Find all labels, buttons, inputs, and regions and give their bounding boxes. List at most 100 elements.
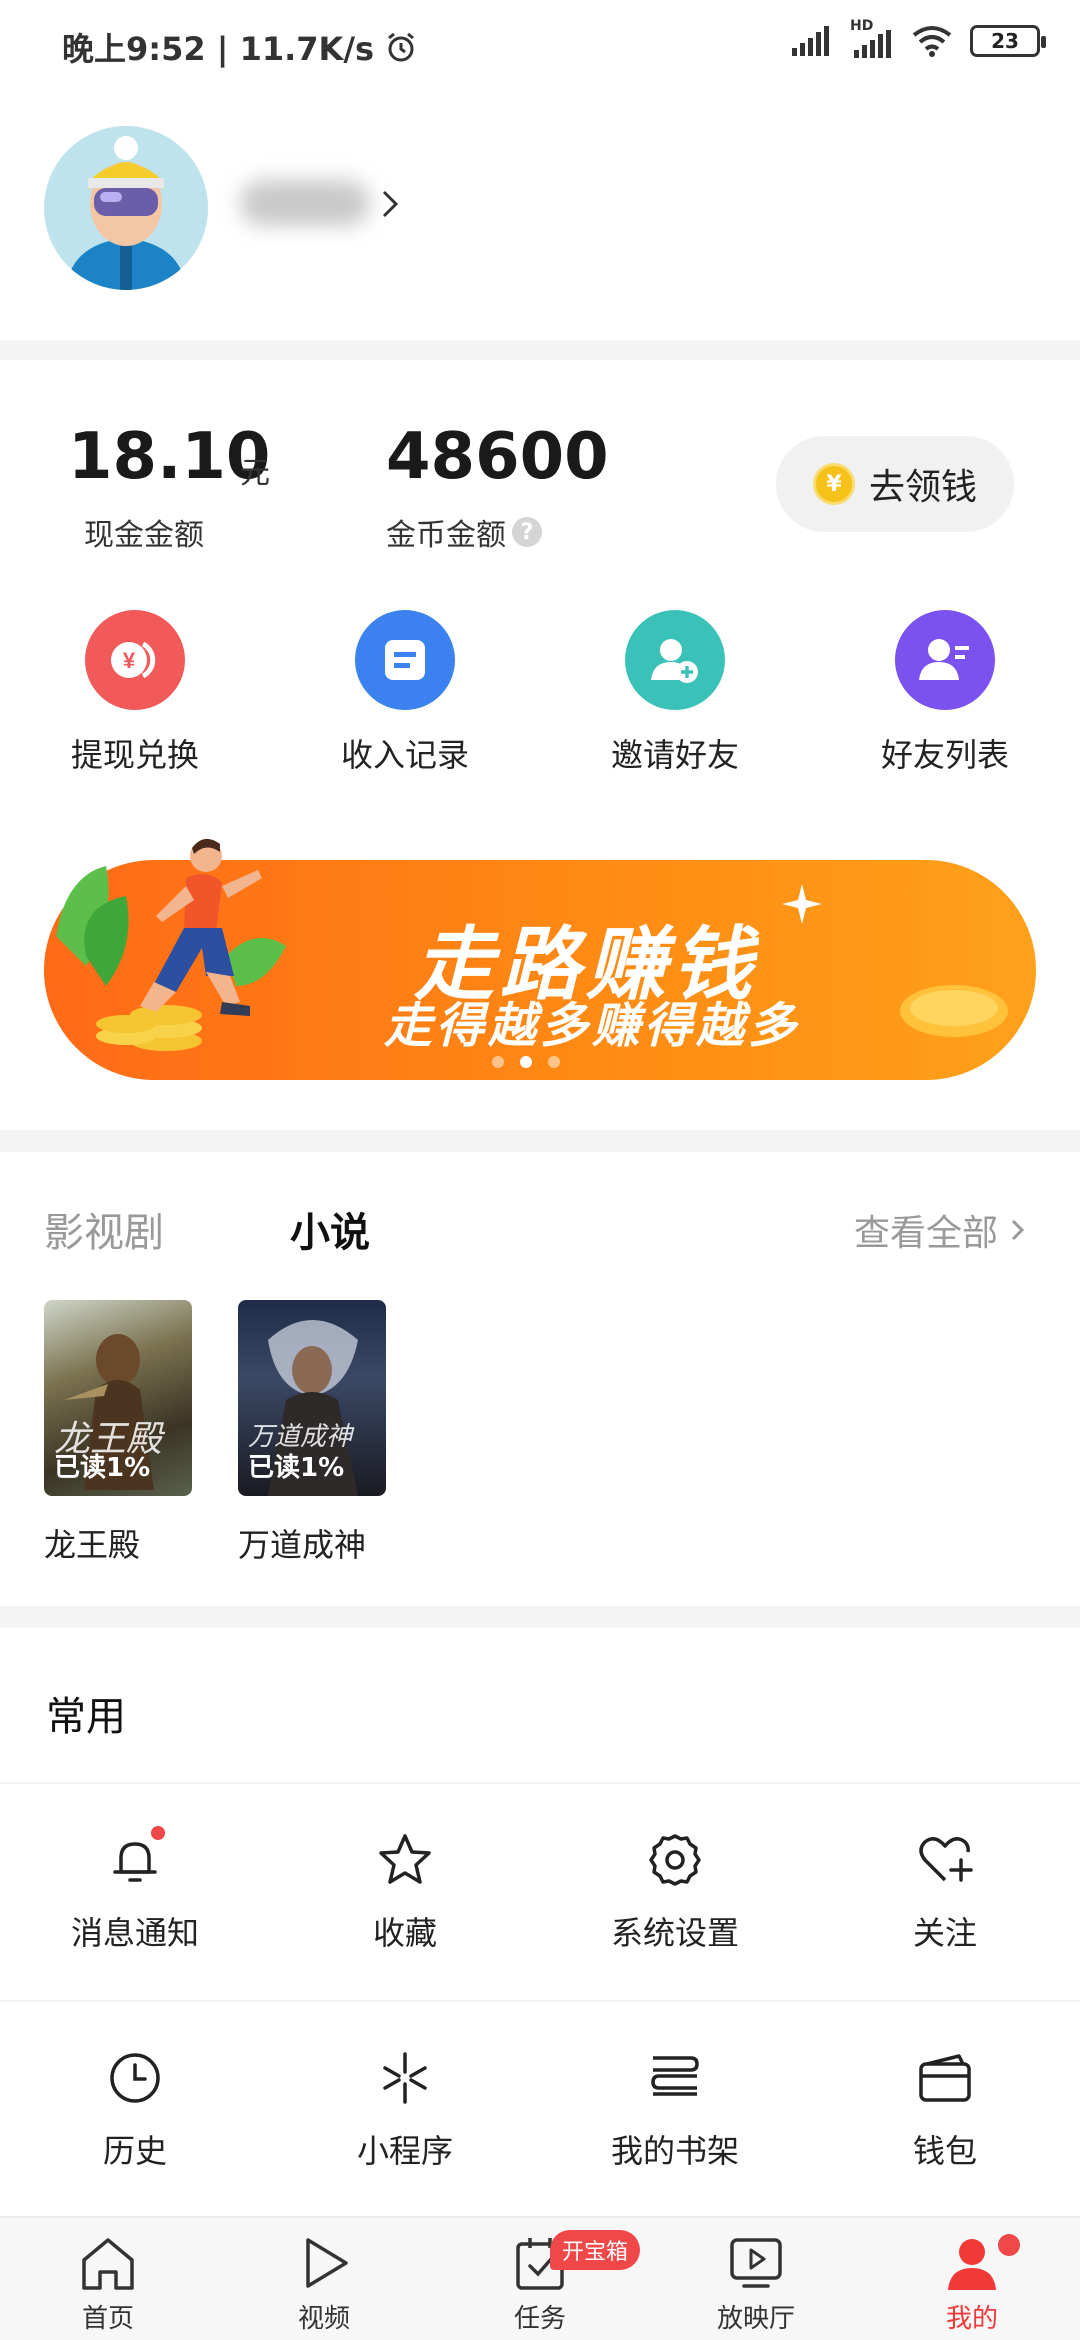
quick-actions: ¥ 提现兑换 收入记录 邀请好友 好友列表 [0, 610, 1080, 780]
grid-item-bookshelf[interactable]: 我的书架 [540, 2002, 810, 2218]
quick-action-label: 提现兑换 [70, 736, 199, 774]
reading-section: 影视剧 小说 查看全部 龙王殿 已读1% 龙王殿 万道成神 已读1% 万道成神 [0, 1170, 1080, 1600]
coin-exchange-icon: ¥ [85, 610, 185, 710]
nav-tasks[interactable]: 任务 开宝箱 [432, 2218, 648, 2340]
quick-action-withdraw[interactable]: ¥ 提现兑换 [0, 610, 270, 780]
wallet-section: 18.10 元 现金金额 48600 金币金额 ? ¥ 去领钱 ¥ 提现兑换 收… [0, 360, 1080, 1150]
grid-item-settings[interactable]: 系统设置 [540, 1784, 810, 2000]
coin-icon: ¥ [812, 463, 855, 505]
nav-label-active: 我的 [945, 2304, 998, 2334]
nav-home[interactable]: 首页 [0, 2218, 216, 2340]
view-all-label: 查看全部 [853, 1213, 998, 1254]
nav-label: 任务 [513, 2304, 566, 2334]
grid-label: 小程序 [356, 2132, 453, 2170]
banner-pagination [492, 1056, 560, 1068]
banner-dot[interactable] [492, 1056, 504, 1068]
grid-item-follow[interactable]: 关注 [810, 1784, 1080, 2000]
nav-label: 放映厅 [716, 2304, 795, 2334]
help-icon[interactable]: ? [512, 517, 542, 547]
friend-list-icon [895, 610, 995, 710]
book-card[interactable]: 万道成神 已读1% 万道成神 [238, 1300, 386, 1566]
nav-mine[interactable]: 我的 [864, 2218, 1080, 2340]
grid-label: 消息通知 [70, 1914, 199, 1952]
nav-label: 首页 [81, 2304, 134, 2334]
treasure-box-badge[interactable]: 开宝箱 [550, 2230, 641, 2270]
home-icon [82, 2238, 134, 2290]
coin-label: 金币金额 [386, 518, 506, 553]
walk-earn-banner[interactable]: 走路赚钱 走得越多赚得越多 [44, 838, 1036, 1080]
clock-icon [105, 2048, 165, 2108]
banner-dot[interactable] [548, 1056, 560, 1068]
banner-dot-active[interactable] [520, 1056, 532, 1068]
bookshelf-icon [645, 2048, 705, 2108]
grid-label: 关注 [912, 1914, 977, 1952]
grid-label: 历史 [102, 2132, 167, 2170]
cash-unit: 元 [240, 456, 270, 491]
skier-avatar-icon [44, 126, 208, 290]
tab-novel[interactable]: 小说 [290, 1200, 370, 1258]
quick-action-label: 邀请好友 [610, 736, 739, 774]
status-time-text: 晚上9:52 | 11.7K/s [62, 30, 375, 68]
common-title: 常用 [46, 1694, 126, 1740]
section-gap [0, 340, 1080, 360]
grid-item-history[interactable]: 历史 [0, 2002, 270, 2218]
coin-decoration-icon [900, 985, 1008, 1037]
grid-label: 钱包 [912, 2132, 977, 2170]
collect-money-button[interactable]: ¥ 去领钱 [776, 436, 1014, 532]
quick-action-label: 收入记录 [340, 736, 469, 774]
nav-label: 视频 [297, 2304, 350, 2334]
avatar[interactable] [44, 126, 208, 290]
quick-action-invite-friend[interactable]: 邀请好友 [540, 610, 810, 780]
cash-label: 现金金额 [84, 518, 204, 553]
collect-money-label: 去领钱 [868, 467, 977, 508]
wallet-icon [915, 2048, 975, 2108]
star-icon [375, 1830, 435, 1890]
wifi-icon [912, 26, 952, 57]
svg-text:¥: ¥ [123, 648, 136, 673]
book-title: 万道成神 [238, 1526, 367, 1564]
play-icon [306, 2238, 348, 2288]
grid-label: 收藏 [372, 1914, 437, 1952]
gear-icon [645, 1830, 705, 1890]
user-icon [948, 2239, 996, 2290]
status-time-speed: 晚上9:52 | 11.7K/s [62, 24, 418, 70]
status-indicators: HD 23 [792, 18, 1046, 58]
quick-action-label: 好友列表 [880, 736, 1009, 774]
quick-action-income-record[interactable]: 收入记录 [270, 610, 540, 780]
battery-level: 23 [991, 29, 1019, 53]
book-progress: 已读1% [54, 1453, 151, 1483]
bottom-nav: 首页 视频 任务 开宝箱 放映厅 我的 [0, 2216, 1080, 2340]
banner-subtitle: 走得越多赚得越多 [384, 998, 801, 1054]
section-gap [0, 1606, 1080, 1628]
book-title: 龙王殿 [44, 1526, 141, 1564]
grid-item-wallet[interactable]: 钱包 [810, 2002, 1080, 2218]
nickname-blurred[interactable] [240, 180, 370, 226]
unread-dot [998, 2234, 1020, 2256]
chevron-right-icon[interactable] [378, 184, 402, 224]
nav-video[interactable]: 视频 [216, 2218, 432, 2340]
view-all-link[interactable]: 查看全部 [854, 1204, 1026, 1256]
grid-item-mini-program[interactable]: 小程序 [270, 2002, 540, 2218]
sparkle-icon [782, 884, 822, 924]
add-friend-icon [625, 610, 725, 710]
grid-item-favorites[interactable]: 收藏 [270, 1784, 540, 2000]
book-cover: 龙王殿 已读1% [44, 1300, 192, 1496]
book-progress: 已读1% [248, 1453, 345, 1483]
coin-label-row: 金币金额 ? [386, 510, 542, 554]
profile-header[interactable] [0, 100, 1080, 340]
quick-action-friend-list[interactable]: 好友列表 [810, 610, 1080, 780]
screening-room-icon [730, 2238, 782, 2288]
signal-icon [792, 26, 829, 56]
status-bar: 晚上9:52 | 11.7K/s HD 23 [0, 0, 1080, 90]
grid-label: 我的书架 [610, 2132, 739, 2170]
coin-amount[interactable]: 48600 [386, 420, 609, 494]
runner-illustration [56, 838, 286, 1051]
heart-plus-icon [915, 1830, 975, 1890]
tab-movie[interactable]: 影视剧 [44, 1200, 164, 1258]
chevron-right-icon [1011, 1219, 1025, 1241]
common-row: 历史 小程序 我的书架 钱包 [0, 2002, 1080, 2218]
alarm-icon [388, 32, 414, 62]
nav-screening-room[interactable]: 放映厅 [648, 2218, 864, 2340]
grid-item-notifications[interactable]: 消息通知 [0, 1784, 270, 2000]
book-card[interactable]: 龙王殿 已读1% 龙王殿 [44, 1300, 192, 1566]
